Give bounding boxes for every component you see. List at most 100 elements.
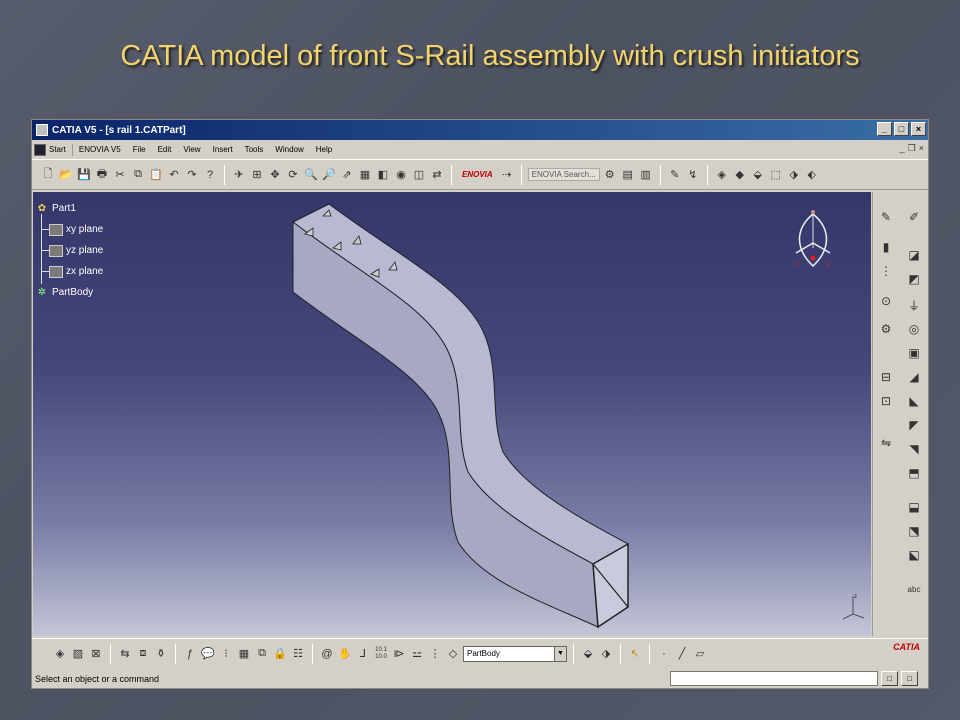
fly-mode-icon[interactable]: ✈ [231, 167, 247, 183]
menu-enovia[interactable]: ENOVIA V5 [73, 145, 127, 154]
update-icon[interactable]: ⇆ [117, 646, 133, 662]
print-icon[interactable]: 🖶 [94, 167, 110, 183]
comment-icon[interactable]: 💬 [200, 646, 216, 662]
rotate-icon[interactable]: ⟳ [285, 167, 301, 183]
rib-icon[interactable]: ▣ [905, 344, 923, 362]
enovia-save-icon[interactable]: ▤ [620, 167, 636, 183]
analysis-icon[interactable]: ⊡ [877, 392, 895, 410]
connector-icon[interactable]: ⚍ [409, 646, 425, 662]
boolean-intersect-icon[interactable]: ⬕ [905, 546, 923, 564]
select-arrow-icon[interactable]: ↖ [627, 646, 643, 662]
thickness-icon[interactable]: ⬒ [905, 464, 923, 482]
copy-tool-icon[interactable]: ⧈ [135, 646, 151, 662]
catia-app-icon[interactable] [36, 124, 48, 136]
hide-show-icon[interactable]: ◫ [411, 167, 427, 183]
grid-icon[interactable]: ⋮ [877, 262, 895, 280]
menu-help[interactable]: Help [310, 145, 338, 154]
map-icon[interactable]: ▧ [70, 646, 86, 662]
enovia-logo[interactable]: ENOVIA [462, 170, 493, 179]
menu-file[interactable]: File [127, 145, 152, 154]
hand-icon[interactable]: ✋ [337, 646, 353, 662]
lock-icon[interactable]: 🔒 [272, 646, 288, 662]
point-icon[interactable]: ⊙ [877, 292, 895, 310]
cut-icon[interactable]: ✂ [112, 167, 128, 183]
enovia-tool-icon[interactable]: ⚙ [602, 167, 618, 183]
open-folder-icon[interactable]: 📂 [58, 167, 74, 183]
measure-icon[interactable]: ↯ [685, 167, 701, 183]
iso-view-icon[interactable]: ◧ [375, 167, 391, 183]
chamfer-icon[interactable]: ◣ [905, 392, 923, 410]
chevron-down-icon[interactable]: ▼ [554, 646, 566, 661]
plane-tool-icon[interactable]: ▱ [692, 646, 708, 662]
hole-icon[interactable]: ◎ [905, 320, 923, 338]
sketch-icon[interactable]: ✐ [905, 208, 923, 226]
insert-body-icon[interactable]: ⬙ [580, 646, 596, 662]
body-icon[interactable]: ◇ [445, 646, 461, 662]
menu-insert[interactable]: Insert [207, 145, 239, 154]
new-file-icon[interactable]: 🗋 [40, 167, 56, 183]
pad-icon[interactable]: ▮ [877, 238, 895, 256]
window-titlebar[interactable]: CATIA V5 - [s rail 1.CATPart] _ □ × [32, 120, 928, 140]
enovia-connect-icon[interactable]: ⇢ [499, 167, 515, 183]
save-icon[interactable]: 💾 [76, 167, 92, 183]
material-icon[interactable]: ◆ [732, 167, 748, 183]
fit-all-icon[interactable]: ⊞ [249, 167, 265, 183]
current-body-select[interactable]: PartBody ▼ [463, 645, 567, 662]
pocket-icon[interactable]: ◪ [905, 246, 923, 264]
boolean-add-icon[interactable]: ⬓ [905, 498, 923, 516]
knowledge-icon[interactable]: ⁝ [218, 646, 234, 662]
redo-icon[interactable]: ↷ [184, 167, 200, 183]
status-button-2[interactable]: □ [901, 671, 918, 686]
point-tool-icon[interactable]: · [656, 646, 672, 662]
swap-space-icon[interactable]: ⇄ [429, 167, 445, 183]
command-input[interactable] [670, 671, 878, 686]
undo-icon[interactable]: ↶ [166, 167, 182, 183]
whats-this-icon[interactable]: ? [202, 167, 218, 183]
boolean-remove-icon[interactable]: ⬔ [905, 522, 923, 540]
shading-icon[interactable]: ◉ [393, 167, 409, 183]
bottle-icon[interactable]: ⚱ [153, 646, 169, 662]
doc-restore-button[interactable]: ❐ [908, 143, 916, 154]
rules-icon[interactable]: ☷ [290, 646, 306, 662]
render-style-icon[interactable]: ◈ [714, 167, 730, 183]
fillet-icon[interactable]: ◢ [905, 368, 923, 386]
multi-view-icon[interactable]: ▦ [357, 167, 373, 183]
groove-icon[interactable]: ⏚ [905, 296, 923, 314]
line-tool-icon[interactable]: ╱ [674, 646, 690, 662]
catalog-icon[interactable]: ◈ [52, 646, 68, 662]
copy-icon[interactable]: ⧉ [130, 167, 146, 183]
paste-icon[interactable]: 📋 [148, 167, 164, 183]
shell-icon[interactable]: ◥ [905, 440, 923, 458]
axis-system-icon[interactable]: ⅃ [355, 646, 371, 662]
doc-minimize-button[interactable]: _ [900, 143, 905, 154]
menu-tools[interactable]: Tools [239, 145, 270, 154]
s-rail-model[interactable] [33, 192, 871, 636]
sketch-tool-icon[interactable]: ✎ [667, 167, 683, 183]
tree-reorder-icon[interactable]: ⊟ [877, 368, 895, 386]
zoom-in-icon[interactable]: 🔍 [303, 167, 319, 183]
stack-icon[interactable]: ⋮ [427, 646, 443, 662]
wireframe-icon[interactable]: ⬚ [768, 167, 784, 183]
constraint-icon[interactable]: ⚙ [877, 320, 895, 338]
menu-window[interactable]: Window [269, 145, 309, 154]
table-icon[interactable]: ▦ [236, 646, 252, 662]
zoom-out-icon[interactable]: 🔎 [321, 167, 337, 183]
minimize-button[interactable]: _ [877, 122, 892, 136]
assemble-icon[interactable]: ⬗ [598, 646, 614, 662]
compass-widget[interactable]: x y [788, 208, 838, 278]
apply-material-icon[interactable]: ⬙ [750, 167, 766, 183]
draft-icon[interactable]: ◤ [905, 416, 923, 434]
lighting-icon[interactable]: ⬗ [786, 167, 802, 183]
pan-icon[interactable]: ✥ [267, 167, 283, 183]
menu-view[interactable]: View [177, 145, 206, 154]
swirl-icon[interactable]: @ [319, 646, 335, 662]
enovia-search-button[interactable]: ENOVIA Search... [527, 168, 600, 181]
menu-edit[interactable]: Edit [152, 145, 178, 154]
relations-icon[interactable]: ⧉ [254, 646, 270, 662]
text-tool-icon[interactable]: abc [905, 580, 923, 598]
formula-icon[interactable]: ƒ [182, 646, 198, 662]
close-button[interactable]: × [911, 122, 926, 136]
properties-icon[interactable]: ⬖ [804, 167, 820, 183]
normal-view-icon[interactable]: ⇗ [339, 167, 355, 183]
maximize-button[interactable]: □ [894, 122, 909, 136]
